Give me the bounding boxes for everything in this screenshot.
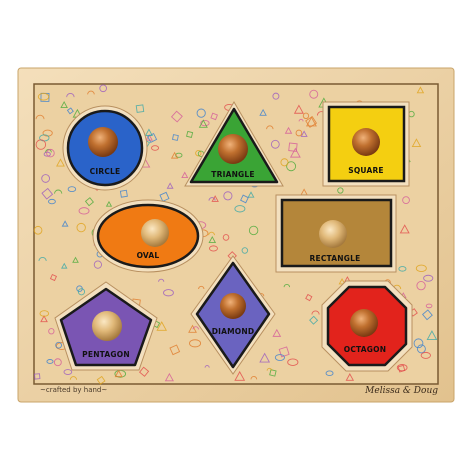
oval-label: OVAL	[137, 251, 160, 260]
octagon-label: OCTAGON	[344, 345, 386, 354]
crafted-by-hand-text: ~crafted by hand~	[40, 386, 107, 394]
knob-icon	[350, 309, 378, 337]
knob-icon	[218, 134, 248, 164]
knob-icon	[92, 311, 122, 341]
circle-piece[interactable]: CIRCLE	[62, 105, 148, 191]
knob-icon	[88, 127, 118, 157]
rectangle-label: RECTANGLE	[310, 254, 361, 263]
square-piece[interactable]: SQUARE	[322, 101, 410, 187]
triangle-label: TRIANGLE	[211, 170, 254, 179]
oval-piece[interactable]: OVAL	[92, 199, 204, 273]
rectangle-piece[interactable]: RECTANGLE	[275, 194, 397, 273]
puzzle-photo: CIRCLE TRIANGLE SQUARE OVAL RECTANGLE PE…	[0, 0, 470, 470]
square-label: SQUARE	[348, 166, 384, 175]
pentagon-label: PENTAGON	[82, 350, 130, 359]
brand-signature: Melissa & Doug	[364, 386, 438, 396]
knob-icon	[141, 219, 169, 247]
knob-icon	[352, 128, 380, 156]
knob-icon	[319, 220, 347, 248]
circle-label: CIRCLE	[90, 167, 121, 176]
puzzle-board-image: CIRCLE TRIANGLE SQUARE OVAL RECTANGLE PE…	[17, 67, 455, 403]
octagon-piece[interactable]: OCTAGON	[321, 280, 413, 372]
knob-icon	[220, 293, 246, 319]
diamond-label: DIAMOND	[212, 327, 255, 336]
